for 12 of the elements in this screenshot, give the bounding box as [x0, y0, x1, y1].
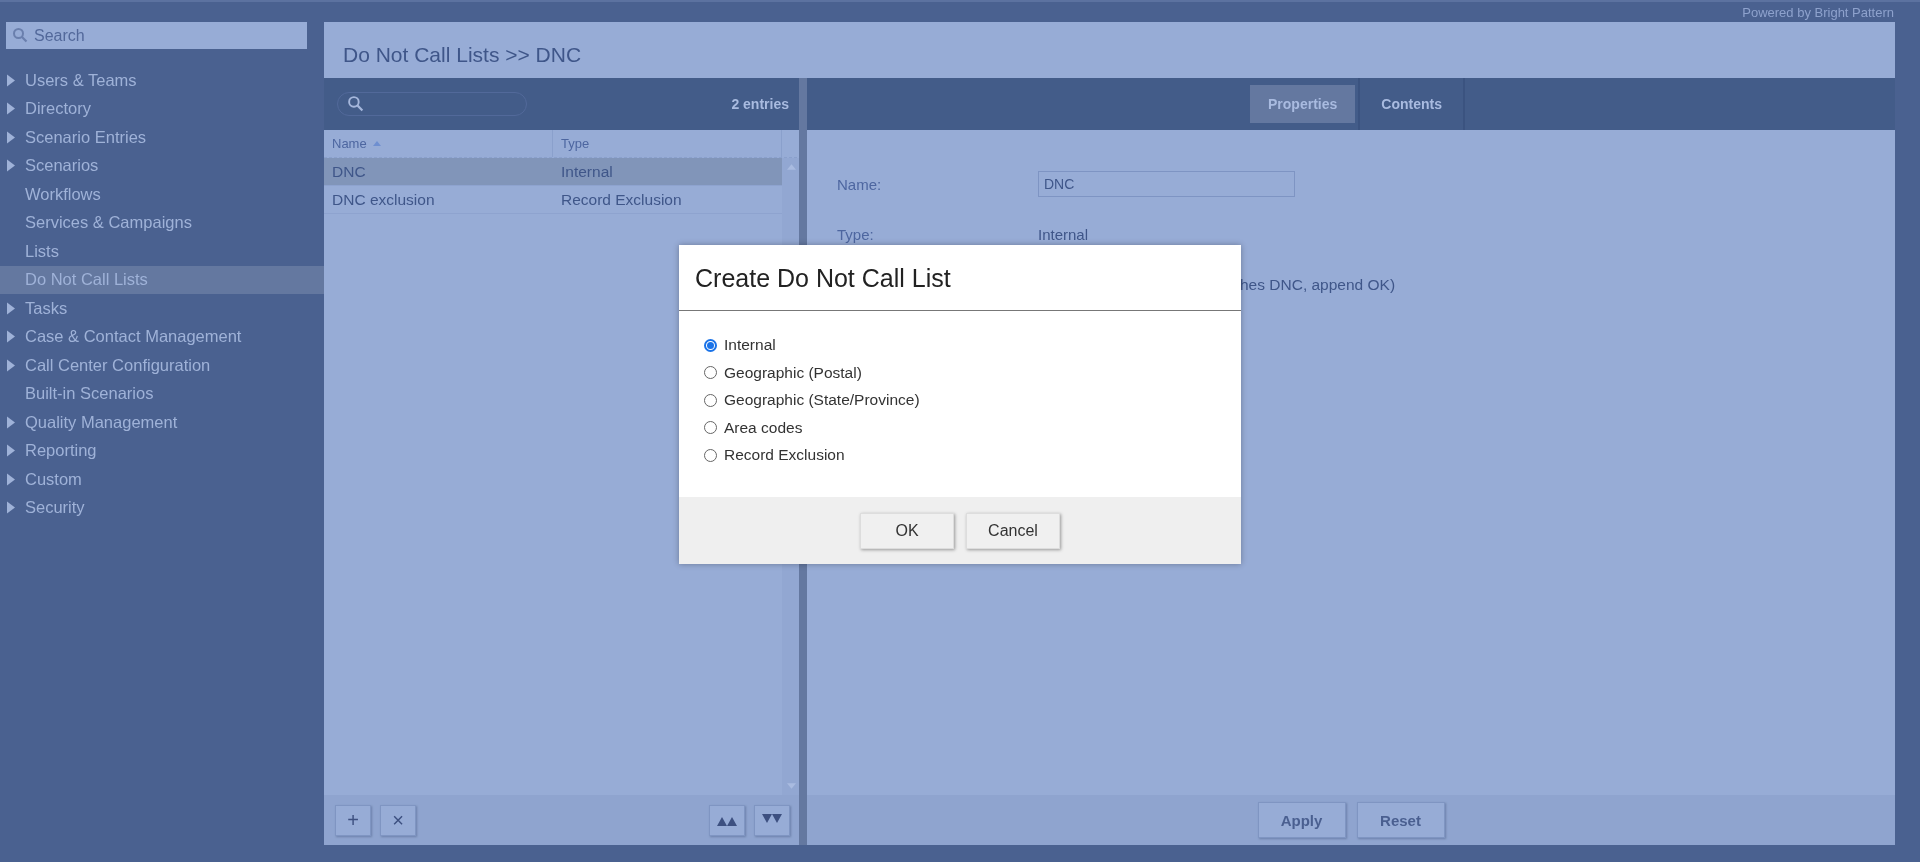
- table-cell-text: DNC exclusion: [331, 190, 436, 209]
- field-label: Type:: [837, 226, 875, 243]
- branding-text: Powered by Bright Pattern: [1742, 4, 1894, 20]
- entry-count: 2 entries: [731, 96, 789, 112]
- dialog-title: Create Do Not Call List: [695, 263, 951, 293]
- field-label: Name:: [837, 175, 883, 193]
- field-value: Internal: [1038, 226, 1089, 243]
- table-cell-text: DNC: [331, 162, 367, 181]
- table-cell-text: Internal: [560, 162, 614, 181]
- field-note: hes DNC, append OK): [1240, 276, 1396, 293]
- page-title: Do Not Call Lists >> DNC: [343, 43, 582, 67]
- table-cell-text: Record Exclusion: [560, 190, 683, 209]
